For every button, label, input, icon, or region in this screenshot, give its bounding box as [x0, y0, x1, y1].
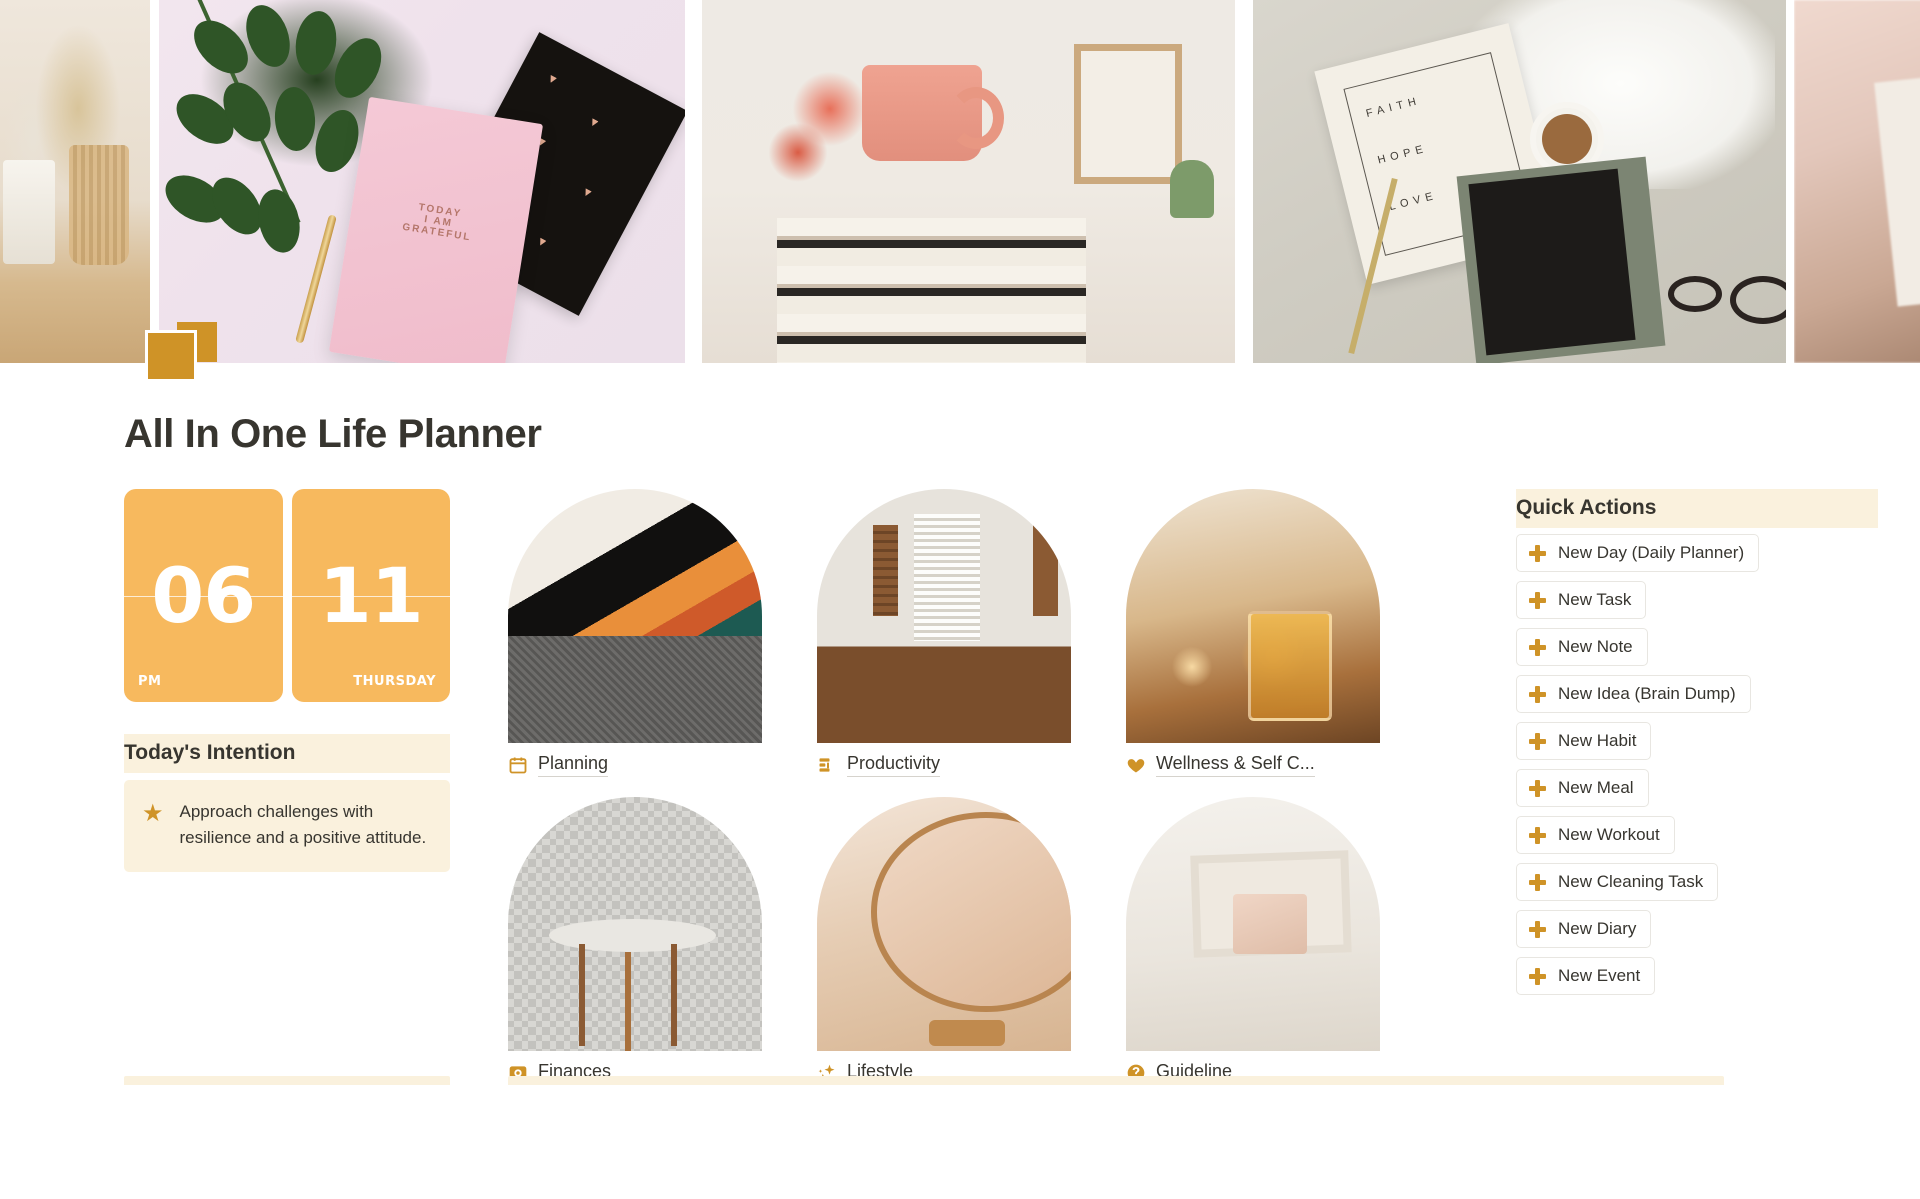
quick-actions-panel: Quick Actions New Day (Daily Planner) Ne… — [1516, 489, 1878, 1004]
banner-image-2: TODAY I AM GRATEFUL — [159, 0, 685, 363]
new-idea-button[interactable]: New Idea (Brain Dump) — [1516, 675, 1751, 713]
plus-icon — [1529, 967, 1546, 985]
quick-action-label: New Idea (Brain Dump) — [1558, 684, 1736, 703]
new-habit-button[interactable]: New Habit — [1516, 722, 1652, 760]
quick-action-label: New Task — [1558, 590, 1632, 609]
cover-banner: TODAY I AM GRATEFUL FAITH HOPE LOVE — [0, 0, 1920, 363]
page-title: All In One Life Planner — [124, 412, 542, 456]
category-card-wellness[interactable]: Wellness & Self C... — [1126, 489, 1380, 777]
banner-image-1 — [0, 0, 150, 363]
category-grid: Planning Productivity Wellness & Self C.… — [508, 489, 1438, 1085]
quick-action-label: New Note — [1558, 637, 1633, 656]
plus-icon — [1529, 591, 1546, 609]
star-icon: ★ — [142, 800, 164, 827]
plus-icon — [1529, 920, 1546, 938]
hour-value: 06 — [151, 550, 256, 640]
date-time-widget: 06 PM 11 THURSDAY — [124, 489, 450, 702]
todays-intention-card: ★ Approach challenges with resilience an… — [124, 780, 450, 872]
new-workout-button[interactable]: New Workout — [1516, 816, 1675, 854]
plus-icon — [1529, 826, 1546, 844]
heart-icon — [1126, 755, 1146, 775]
category-name[interactable]: Productivity — [847, 753, 941, 777]
quick-action-label: New Event — [1558, 966, 1641, 985]
day-value: 11 — [318, 550, 424, 640]
category-photo — [508, 797, 762, 1051]
plus-icon — [1529, 779, 1546, 797]
category-photo — [817, 797, 1071, 1051]
content-columns: 06 PM 11 THURSDAY Today's Intention ★ Ap… — [0, 489, 1920, 1085]
new-task-button[interactable]: New Task — [1516, 581, 1647, 619]
new-meal-button[interactable]: New Meal — [1516, 769, 1649, 807]
quick-action-label: New Workout — [1558, 825, 1660, 844]
new-event-button[interactable]: New Event — [1516, 957, 1656, 995]
category-card-productivity[interactable]: Productivity — [817, 489, 1071, 777]
meridiem-label: PM — [138, 674, 162, 689]
category-photo — [508, 489, 762, 743]
new-diary-button[interactable]: New Diary — [1516, 910, 1652, 948]
plus-icon — [1529, 732, 1546, 750]
category-name[interactable]: Planning — [538, 753, 609, 777]
quick-action-label: New Diary — [1558, 919, 1637, 938]
plus-icon — [1529, 685, 1546, 703]
todays-intention-text: Approach challenges with resilience and … — [179, 802, 427, 847]
next-section-peek — [124, 1076, 1724, 1085]
banner-image-4: FAITH HOPE LOVE — [1253, 0, 1786, 363]
quick-action-label: New Meal — [1558, 778, 1634, 797]
new-note-button[interactable]: New Note — [1516, 628, 1648, 666]
hour-card: 06 PM — [124, 489, 283, 702]
banner-image-3 — [702, 0, 1235, 363]
page-content: All In One Life Planner 06 PM 11 THURSDA… — [0, 411, 1920, 1085]
peek-bar-left — [124, 1076, 450, 1085]
todays-intention-heading: Today's Intention — [124, 734, 450, 773]
plus-icon — [1529, 873, 1546, 891]
quick-action-label: New Habit — [1558, 731, 1637, 750]
left-column: 06 PM 11 THURSDAY Today's Intention ★ Ap… — [124, 489, 450, 872]
calendar-icon — [508, 755, 528, 775]
quick-action-label: New Cleaning Task — [1558, 872, 1704, 891]
plus-icon — [1529, 544, 1546, 562]
kanban-board-icon — [817, 755, 837, 775]
quick-action-label: New Day (Daily Planner) — [1558, 543, 1745, 562]
peek-bar-right — [508, 1076, 1724, 1085]
category-section: Planning Productivity Wellness & Self C.… — [508, 489, 1438, 1085]
weekday-label: THURSDAY — [353, 674, 436, 689]
category-name[interactable]: Wellness & Self C... — [1156, 753, 1315, 777]
category-label-row: Wellness & Self C... — [1126, 753, 1380, 777]
category-label-row: Productivity — [817, 753, 1071, 777]
quick-actions-heading: Quick Actions — [1516, 489, 1878, 528]
day-card: 11 THURSDAY — [291, 489, 450, 702]
category-photo — [1126, 489, 1380, 743]
new-day-button[interactable]: New Day (Daily Planner) — [1516, 534, 1760, 572]
category-card-lifestyle[interactable]: Lifestyle — [817, 797, 1071, 1085]
quick-actions-list: New Day (Daily Planner) New Task New Not… — [1516, 534, 1878, 1004]
category-photo — [817, 489, 1071, 743]
category-card-finances[interactable]: Finances — [508, 797, 762, 1085]
category-card-planning[interactable]: Planning — [508, 489, 762, 777]
category-label-row: Planning — [508, 753, 762, 777]
banner-image-5 — [1794, 0, 1920, 363]
two-overlapping-squares-logo — [145, 322, 217, 382]
new-cleaning-task-button[interactable]: New Cleaning Task — [1516, 863, 1719, 901]
category-photo — [1126, 797, 1380, 1051]
logo-square-front — [145, 330, 197, 382]
category-card-guideline[interactable]: Guideline — [1126, 797, 1380, 1085]
plus-icon — [1529, 638, 1546, 656]
